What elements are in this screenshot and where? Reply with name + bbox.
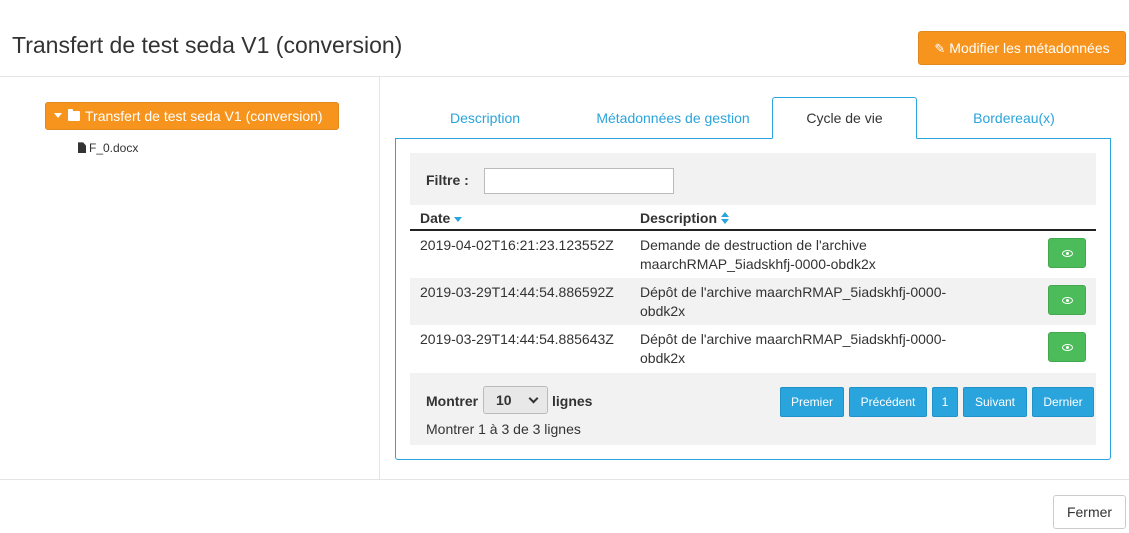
column-header-description-label: Description [640, 210, 718, 226]
sort-icon [721, 212, 730, 225]
tab-description[interactable]: Description [395, 97, 575, 139]
page-1-button[interactable]: 1 [932, 387, 958, 417]
column-header-description[interactable]: Description [640, 210, 730, 226]
table-info: Montrer 1 à 3 de 3 lignes [426, 421, 581, 437]
show-label: Montrer [426, 393, 479, 409]
chevron-down-icon [528, 393, 539, 404]
row-description: Dépôt de l'archive maarchRMAP_5iadskhfj-… [640, 331, 947, 366]
tree-root-label: Transfert de test seda V1 (conversion) [85, 108, 323, 124]
edit-metadata-label: Modifier les métadonnées [949, 40, 1110, 56]
filter-label: Filtre : [426, 172, 469, 188]
lifecycle-panel: Filtre : Date Description 2019-04-02T16:… [395, 138, 1111, 460]
page-length-value: 10 [496, 392, 512, 408]
eye-icon [1062, 344, 1073, 351]
first-page-button[interactable]: Premier [780, 387, 844, 417]
previous-page-button[interactable]: Précédent [849, 387, 927, 417]
tree-root-node[interactable]: Transfert de test seda V1 (conversion) [45, 102, 339, 130]
eye-icon [1062, 297, 1073, 304]
table-row: 2019-04-02T16:21:23.123552Z Demande de d… [410, 231, 1096, 278]
row-date: 2019-03-29T14:44:54.885643Z [420, 331, 614, 347]
column-header-date[interactable]: Date [420, 210, 463, 226]
archive-tree: Transfert de test seda V1 (conversion) F… [0, 77, 380, 479]
tree-file-label: F_0.docx [89, 141, 139, 155]
filter-input[interactable] [484, 168, 674, 194]
view-event-button[interactable] [1048, 332, 1086, 362]
edit-icon: ✎ [934, 41, 946, 56]
file-icon [78, 142, 86, 154]
table-header: Date Description [410, 205, 1096, 231]
lines-label: lignes [552, 393, 593, 409]
view-event-button[interactable] [1048, 285, 1086, 315]
table-row: 2019-03-29T14:44:54.885643Z Dépôt de l'a… [410, 325, 1096, 372]
modal-header: Transfert de test seda V1 (conversion) ✎… [0, 0, 1129, 77]
close-button[interactable]: Fermer [1053, 495, 1126, 529]
caret-down-icon[interactable] [54, 112, 62, 118]
lifecycle-table: Date Description 2019-04-02T16:21:23.123… [410, 205, 1096, 372]
tab-management-metadata[interactable]: Métadonnées de gestion [575, 97, 771, 139]
tab-bar: Description Métadonnées de gestion Cycle… [395, 97, 1111, 139]
next-page-button[interactable]: Suivant [963, 387, 1027, 417]
archive-modal: Transfert de test seda V1 (conversion) ✎… [0, 0, 1129, 533]
row-date: 2019-04-02T16:21:23.123552Z [420, 237, 614, 253]
eye-icon [1062, 250, 1073, 257]
folder-icon [68, 109, 80, 122]
row-description: Dépôt de l'archive maarchRMAP_5iadskhfj-… [640, 284, 947, 319]
view-event-button[interactable] [1048, 238, 1086, 268]
modal-body: Transfert de test seda V1 (conversion) F… [0, 77, 1129, 480]
edit-metadata-button[interactable]: ✎ Modifier les métadonnées [918, 31, 1126, 65]
column-header-date-label: Date [420, 210, 451, 226]
row-date: 2019-03-29T14:44:54.886592Z [420, 284, 614, 300]
tab-lifecycle[interactable]: Cycle de vie [772, 97, 917, 139]
sort-desc-icon [454, 216, 463, 222]
last-page-button[interactable]: Dernier [1032, 387, 1094, 417]
table-row: 2019-03-29T14:44:54.886592Z Dépôt de l'a… [410, 278, 1096, 325]
table-footer: Montrer 10 lignes Montrer 1 à 3 de 3 lig… [410, 373, 1096, 445]
page-length-select[interactable]: 10 [483, 386, 548, 414]
filter-bar: Filtre : [410, 153, 1096, 205]
row-description: Demande de destruction de l'archive maar… [640, 237, 876, 272]
tree-file-node[interactable]: F_0.docx [78, 141, 138, 155]
tab-bordereaux[interactable]: Bordereau(x) [917, 97, 1111, 139]
modal-title: Transfert de test seda V1 (conversion) [12, 32, 403, 58]
